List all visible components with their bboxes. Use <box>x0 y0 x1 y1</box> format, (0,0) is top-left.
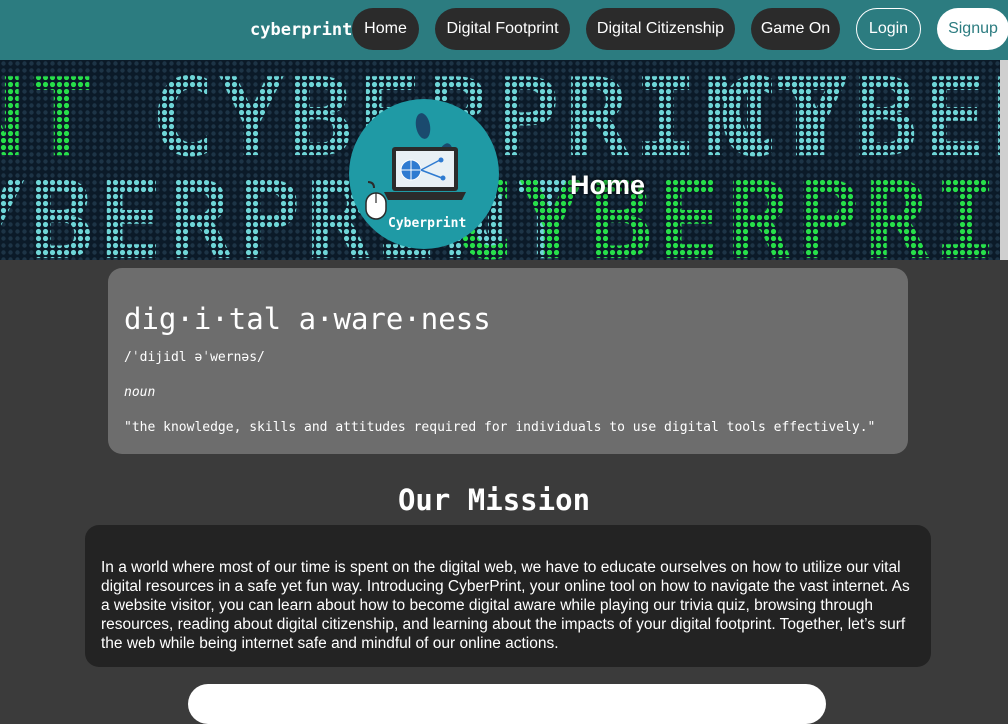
nav-game-on-button[interactable]: Game On <box>751 8 840 50</box>
definition-word: dig·i·tal a·ware·ness <box>124 302 491 336</box>
definition-part-of-speech: noun <box>124 385 156 400</box>
brand-name[interactable]: cyberprint <box>250 20 352 40</box>
definition-card: dig·i·tal a·ware·ness /ˈdijidl əˈwernəs/… <box>108 268 908 454</box>
nav-digital-footprint-button[interactable]: Digital Footprint <box>435 8 570 50</box>
definition-meaning: "the knowledge, skills and attitudes req… <box>124 420 876 435</box>
hero-banner: NT CYBERPRINT CYBER YBERPRINT CYBERPRINT <box>0 60 1000 260</box>
navbar: cyberprint Home Digital Footprint Digita… <box>0 0 1008 60</box>
logo-text: Cyberprint <box>388 216 467 231</box>
svg-text:CYBERPRINT: CYBERPRINT <box>450 159 1000 260</box>
hero-title: Home <box>570 170 646 200</box>
mission-body: In a world where most of our time is spe… <box>101 559 910 652</box>
mission-card: In a world where most of our time is spe… <box>85 525 931 667</box>
login-button[interactable]: Login <box>856 8 921 50</box>
next-section-card <box>188 684 826 724</box>
banner-scrollbar[interactable] <box>1000 60 1008 260</box>
nav-digital-citizenship-button[interactable]: Digital Citizenship <box>586 8 735 50</box>
mission-title: Our Mission <box>397 483 591 517</box>
led-banner-image: NT CYBERPRINT CYBER YBERPRINT CYBERPRINT <box>0 60 1000 260</box>
nav-home-button[interactable]: Home <box>352 8 419 50</box>
definition-pronunciation: /ˈdijidl əˈwernəs/ <box>124 350 265 365</box>
signup-button[interactable]: Signup <box>937 8 1008 50</box>
